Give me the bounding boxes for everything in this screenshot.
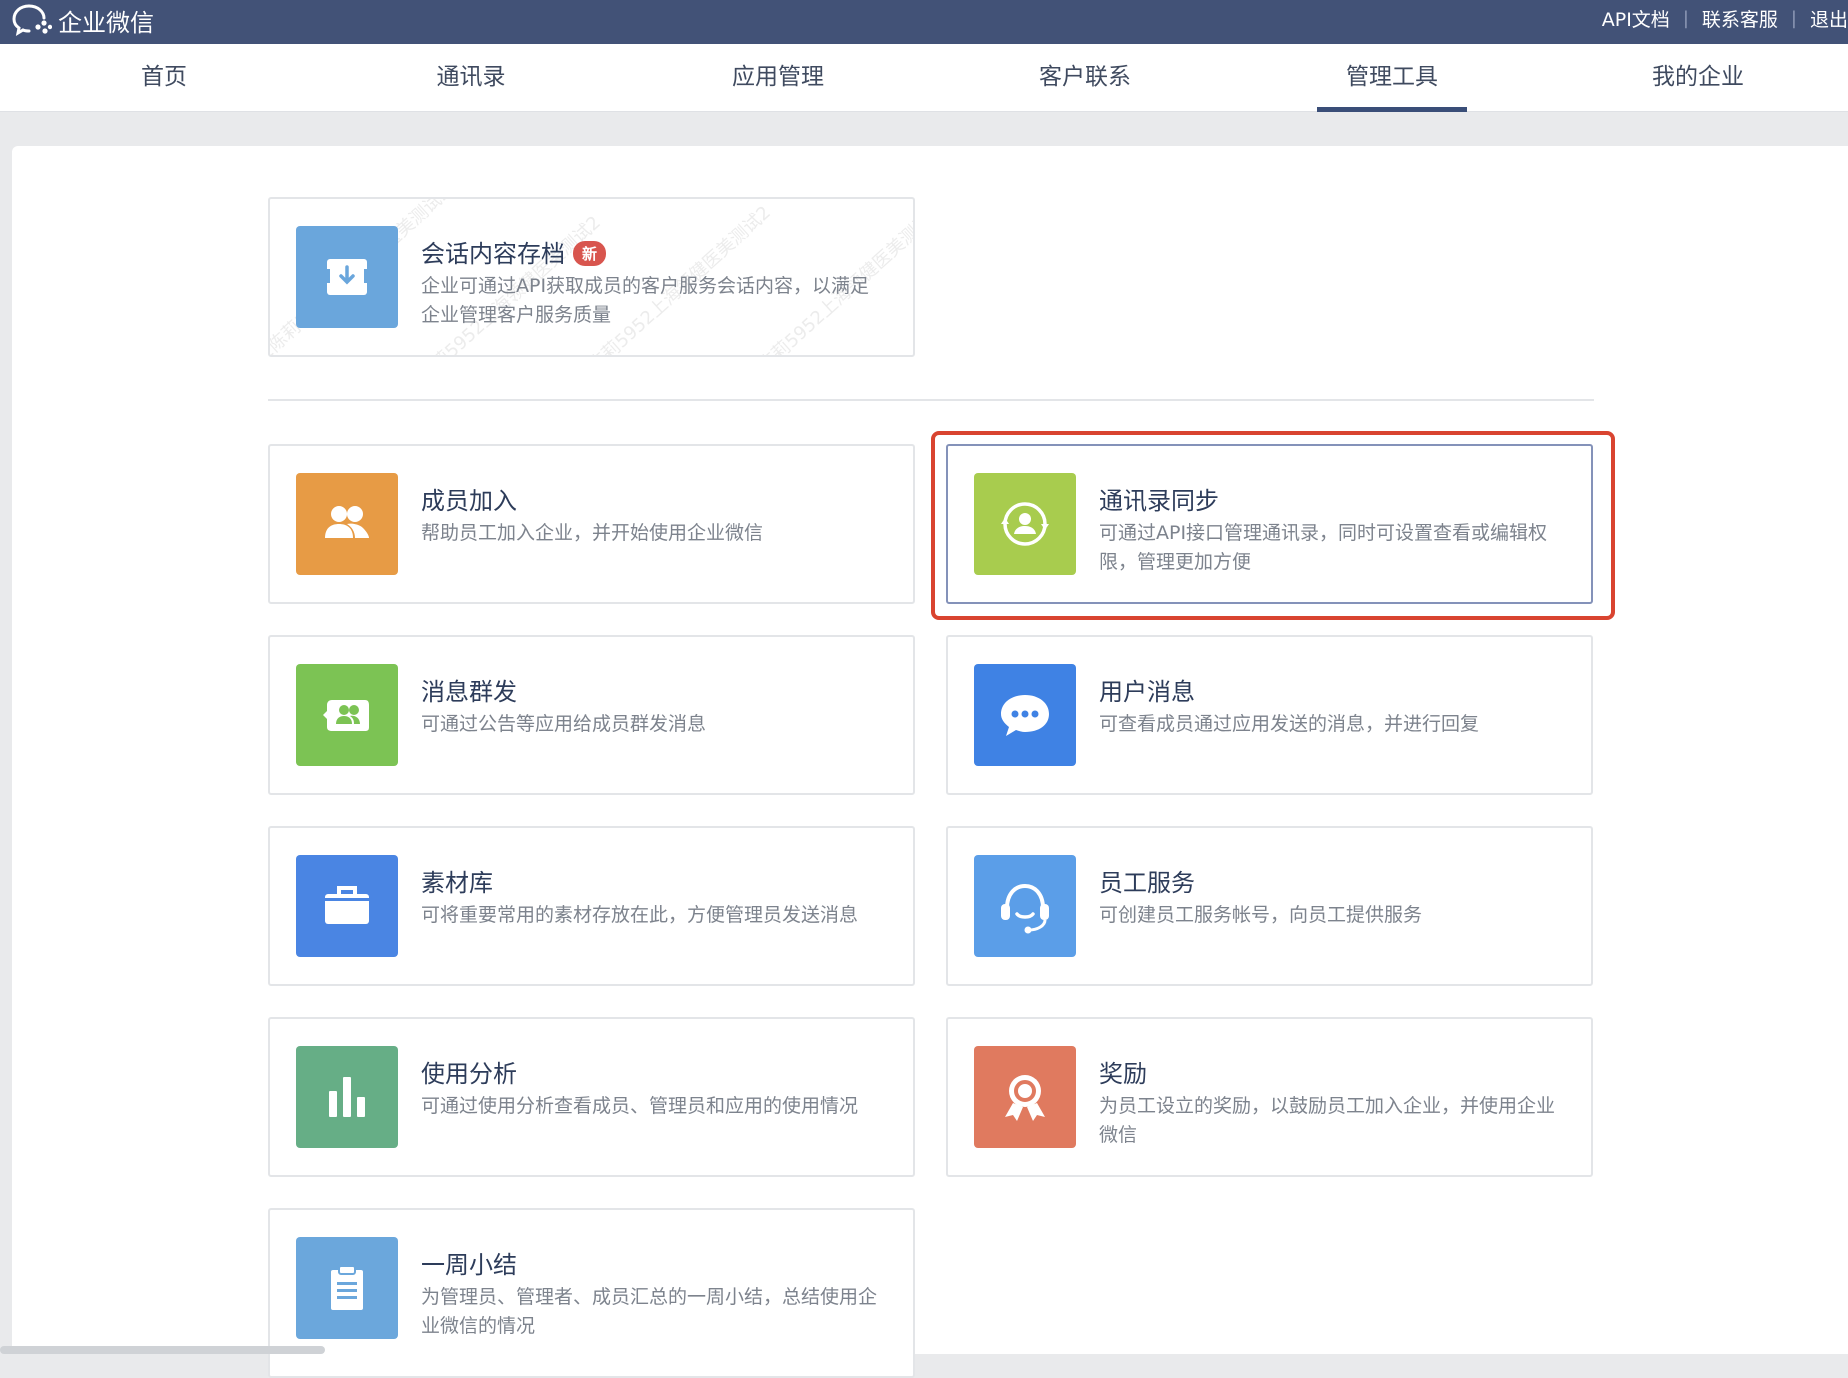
card-material-library[interactable]: 素材库 可将重要常用的素材存放在此，方便管理员发送消息 [268, 826, 915, 986]
members-icon [296, 473, 398, 575]
card-desc: 为管理员、管理者、成员汇总的一周小结，总结使用企业微信的情况 [421, 1283, 881, 1341]
clipboard-icon [296, 1237, 398, 1339]
new-badge: 新 [573, 241, 606, 266]
award-icon [974, 1046, 1076, 1148]
card-title: 员工服务 [1099, 863, 1195, 898]
app-name: 企业微信 [58, 3, 154, 38]
bar-chart-icon [296, 1046, 398, 1148]
card-title: 使用分析 [421, 1054, 517, 1089]
download-archive-icon [296, 226, 398, 328]
tab-my-enterprise[interactable]: 我的企业 [1623, 44, 1773, 112]
card-title: 用户消息 [1099, 672, 1195, 707]
section-divider [268, 399, 1594, 401]
card-title: 消息群发 [421, 672, 517, 707]
card-desc: 可通过API接口管理通讯录，同时可设置查看或编辑权限，管理更加方便 [1099, 519, 1559, 577]
horizontal-scrollbar[interactable] [0, 1346, 325, 1354]
card-desc: 为员工设立的奖励，以鼓励员工加入企业，并使用企业微信 [1099, 1092, 1559, 1150]
broadcast-icon [296, 664, 398, 766]
card-desc: 帮助员工加入企业，并开始使用企业微信 [421, 519, 881, 548]
tab-management-tools[interactable]: 管理工具 [1317, 44, 1467, 112]
card-desc: 可创建员工服务帐号，向员工提供服务 [1099, 901, 1559, 930]
card-contact-sync[interactable]: 通讯录同步 可通过API接口管理通讯录，同时可设置查看或编辑权限，管理更加方便 [946, 444, 1593, 604]
card-employee-service[interactable]: 员工服务 可创建员工服务帐号，向员工提供服务 [946, 826, 1593, 986]
main-nav: 首页 通讯录 应用管理 客户联系 管理工具 我的企业 [0, 44, 1848, 112]
tab-customer-contact[interactable]: 客户联系 [1010, 44, 1160, 112]
card-weekly-summary[interactable]: 一周小结 为管理员、管理者、成员汇总的一周小结，总结使用企业微信的情况 [268, 1208, 915, 1378]
link-separator: | [1683, 8, 1689, 29]
wecom-logo-icon [12, 3, 52, 37]
card-title: 成员加入 [421, 481, 517, 516]
logout-link[interactable]: 退出 [1810, 5, 1848, 32]
card-desc: 可查看成员通过应用发送的消息，并进行回复 [1099, 710, 1559, 739]
contact-support-link[interactable]: 联系客服 [1702, 5, 1778, 32]
card-title: 一周小结 [421, 1245, 517, 1280]
tab-contacts[interactable]: 通讯录 [396, 44, 546, 112]
card-title: 奖励 [1099, 1054, 1147, 1089]
chat-bubble-icon [974, 664, 1076, 766]
card-session-archive[interactable]: 2陈莉5952上海领健医美测试2 2陈莉5952上海领健医美测试2 2陈莉595… [268, 197, 915, 357]
app-logo[interactable]: 企业微信 [12, 2, 154, 38]
contact-sync-icon [974, 473, 1076, 575]
api-docs-link[interactable]: API文档 [1602, 5, 1670, 32]
tab-home[interactable]: 首页 [89, 44, 239, 112]
top-links: API文档 | 联系客服 | 退出 [1602, 0, 1848, 36]
top-bar: 企业微信 API文档 | 联系客服 | 退出 [0, 0, 1848, 44]
card-usage-analytics[interactable]: 使用分析 可通过使用分析查看成员、管理员和应用的使用情况 [268, 1017, 915, 1177]
card-title: 素材库 [421, 863, 493, 898]
card-member-join[interactable]: 成员加入 帮助员工加入企业，并开始使用企业微信 [268, 444, 915, 604]
briefcase-icon [296, 855, 398, 957]
tab-app-management[interactable]: 应用管理 [703, 44, 853, 112]
card-desc: 可通过公告等应用给成员群发消息 [421, 710, 881, 739]
card-title: 会话内容存档新 [421, 234, 606, 269]
card-title: 通讯录同步 [1099, 481, 1219, 516]
card-desc: 可将重要常用的素材存放在此，方便管理员发送消息 [421, 901, 881, 930]
card-desc: 可通过使用分析查看成员、管理员和应用的使用情况 [421, 1092, 881, 1121]
card-broadcast[interactable]: 消息群发 可通过公告等应用给成员群发消息 [268, 635, 915, 795]
headset-icon [974, 855, 1076, 957]
card-rewards[interactable]: 奖励 为员工设立的奖励，以鼓励员工加入企业，并使用企业微信 [946, 1017, 1593, 1177]
card-desc: 企业可通过API获取成员的客户服务会话内容，以满足企业管理客户服务质量 [421, 272, 881, 330]
card-user-messages[interactable]: 用户消息 可查看成员通过应用发送的消息，并进行回复 [946, 635, 1593, 795]
link-separator: | [1791, 8, 1797, 29]
